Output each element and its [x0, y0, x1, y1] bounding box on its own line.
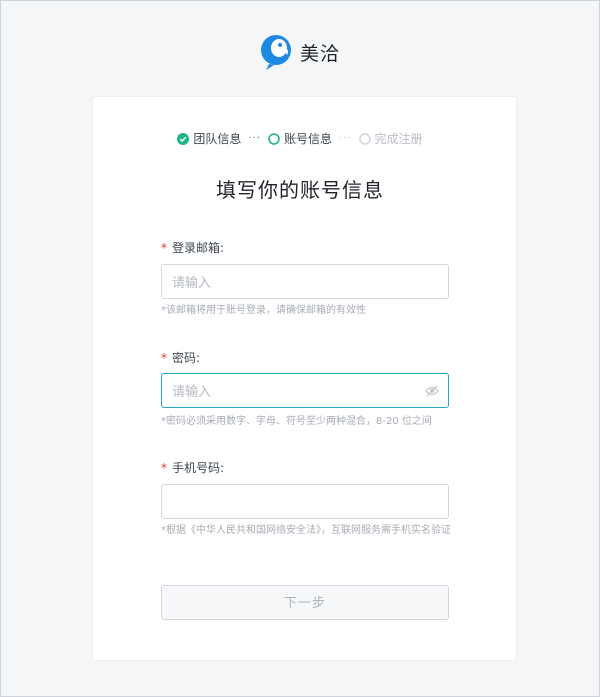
email-input[interactable]: 请输入 [161, 264, 449, 299]
required-mark: * [161, 351, 167, 365]
password-hint: *密码必须采用数字、字母、符号至少两种混合，8-20 位之间 [161, 416, 432, 427]
step-complete: 完成注册 [358, 130, 423, 147]
phone-label: * 手机号码: [161, 459, 224, 476]
step-separator: ··· [248, 133, 261, 144]
ring-icon [268, 132, 280, 145]
step-team-info: 团队信息 [177, 130, 241, 147]
step-label: 账号信息 [283, 132, 332, 146]
brand-logo: 美洽 [0, 33, 600, 71]
required-mark: * [161, 461, 167, 475]
step-label: 团队信息 [193, 132, 242, 146]
phone-hint: *根据《中华人民共和国网络安全法》，互联网服务需手机实名验证 [161, 525, 451, 536]
email-label: * 登录邮箱: [161, 239, 224, 256]
phone-label-text: 手机号码: [172, 461, 225, 475]
parrot-logo-icon [260, 35, 291, 70]
password-label: * 密码: [161, 349, 200, 366]
check-circle-icon [177, 132, 190, 145]
password-placeholder: 请输入 [172, 385, 212, 400]
password-input[interactable]: 请输入 [161, 373, 449, 408]
phone-input[interactable] [161, 484, 449, 519]
step-separator: ··· [339, 133, 352, 144]
step-account-info: 账号信息 [268, 130, 332, 147]
next-step-button[interactable]: 下一步 [161, 585, 449, 620]
ring-icon [358, 132, 371, 145]
password-label-text: 密码: [172, 351, 201, 365]
brand-name: 美洽 [299, 42, 340, 65]
page-title: 填写你的账号信息 [216, 178, 384, 202]
email-hint: *该邮箱将用于账号登录，请确保邮箱的有效性 [161, 305, 366, 316]
required-mark: * [161, 241, 167, 255]
email-placeholder: 请输入 [172, 276, 212, 291]
progress-steps: 团队信息 ··· 账号信息 ··· 完成注册 [0, 130, 600, 147]
eye-off-icon[interactable] [425, 385, 439, 397]
email-label-text: 登录邮箱: [172, 241, 225, 255]
step-label: 完成注册 [374, 132, 423, 146]
